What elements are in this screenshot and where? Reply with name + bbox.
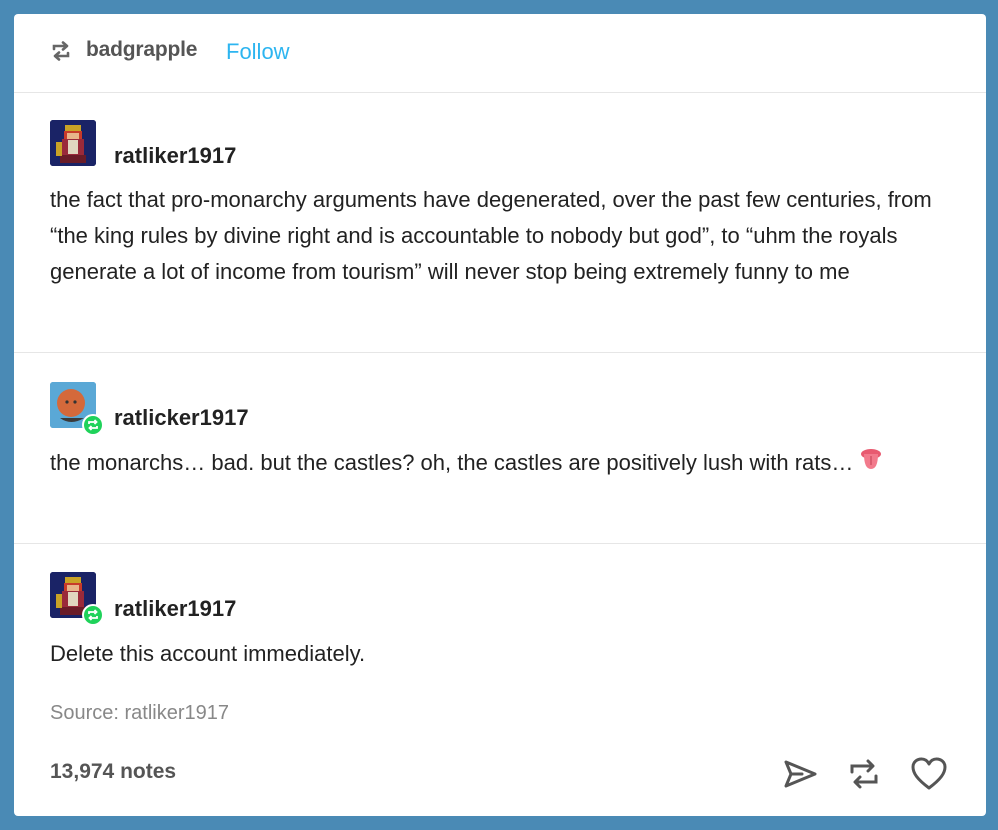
reblog-badge-icon [82,604,104,626]
post-header: badgrapple Follow [14,14,986,93]
notes-count[interactable]: 13,974 notes [50,760,176,784]
pixel-king-avatar-image [50,120,96,166]
share-icon[interactable] [780,754,820,794]
avatar[interactable] [50,572,104,626]
avatar[interactable] [50,120,96,166]
reblog-icon[interactable] [844,754,884,794]
post-text: the fact that pro-monarchy arguments hav… [50,187,932,284]
post-text: the monarchs… bad. but the castles? oh, … [50,450,854,475]
post-username[interactable]: ratlicker1917 [114,405,249,431]
post-text: Delete this account immediately. [50,641,366,666]
avatar[interactable] [50,382,104,436]
post-username[interactable]: ratliker1917 [114,596,236,622]
tongue-emoji-icon [859,446,883,482]
post-username[interactable]: ratliker1917 [114,143,236,169]
reblog-badge-icon [82,414,104,436]
reblogger-username[interactable]: badgrapple [86,38,197,62]
source-link[interactable]: Source: ratliker1917 [50,702,229,725]
post-reblog-1: ratlicker1917 the monarchs… bad. but the… [14,353,986,544]
post-card: badgrapple Follow ratliker1917 the fact … [14,14,986,816]
heart-icon[interactable] [909,754,949,794]
reblog-icon [52,41,70,61]
post-original: ratliker1917 the fact that pro-monarchy … [14,93,986,353]
post-text-container: the monarchs… bad. but the castles? oh, … [50,445,950,482]
follow-button[interactable]: Follow [226,39,290,65]
